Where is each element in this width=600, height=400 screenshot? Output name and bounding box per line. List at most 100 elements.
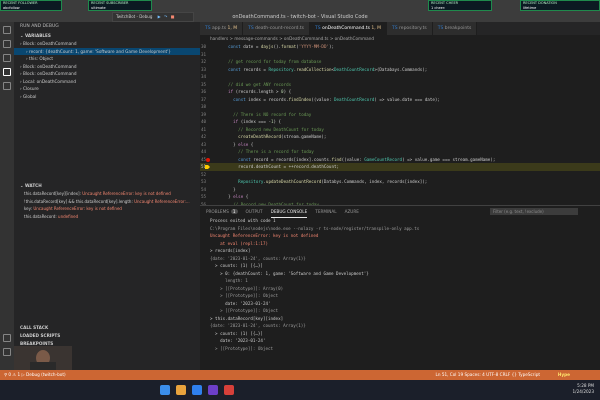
tab-label: app.ts (212, 26, 227, 31)
variable-row[interactable]: › record: {deathCount: 1, game: 'Softwar… (14, 47, 200, 55)
console-line: > [[Prototype]]: Object (210, 345, 274, 351)
console-line: > 0: {deathCount: 1, game: 'Software and… (210, 270, 369, 276)
code-text: // did we get ANY records (228, 81, 292, 87)
variable-row[interactable]: › Block: onDeathCommand (14, 70, 200, 78)
code-line[interactable]: 45 const record = records[index].counts.… (200, 156, 600, 164)
status-bar: ⚲ 0 ⚠ 1 ▷ Debug (twitch-bot) Ln 51, Col … (0, 370, 600, 380)
tab-0[interactable]: TS app.ts 1, M (200, 22, 244, 35)
console-line: Process exited with code 1 (210, 218, 276, 223)
line-number: 54 (200, 186, 206, 192)
code-line[interactable]: 54 } (200, 186, 600, 194)
source-control-icon[interactable] (3, 54, 11, 62)
line-number: 55 (200, 194, 206, 199)
code-line[interactable]: 42 createDeathRecord(stream.gameName); (200, 133, 600, 141)
code-text: if (records.length > 0) { (228, 89, 292, 94)
status-left[interactable]: ⚲ 0 ⚠ 1 ▷ Debug (twitch-bot) (0, 372, 66, 377)
code-line[interactable]: 30 const date = dayjs().format('YYYY-MM-… (200, 43, 600, 51)
step-over-icon[interactable]: ↷ (164, 14, 167, 19)
code-line[interactable]: 40 if (index === -1) { (200, 118, 600, 126)
code-line[interactable]: 33 const records = Repository.readCollec… (200, 66, 600, 74)
code-line[interactable]: 38 (200, 103, 600, 111)
line-number: 37 (200, 96, 206, 102)
stop-icon[interactable]: ■ (171, 14, 175, 19)
variables-tree: › Block: onDeathCommand › record: {deathC… (14, 40, 200, 100)
code-line[interactable]: 53 Repository.updateDeathCountRecord(Dat… (200, 178, 600, 186)
code-line[interactable]: 43 } else { (200, 141, 600, 149)
tab-1[interactable]: TS death-count-record.ts (243, 22, 311, 35)
vscode-icon[interactable] (192, 385, 202, 395)
variable-row[interactable]: › this: Object (14, 55, 200, 63)
console-filter-input[interactable]: Filter (e.g. text, !exclude) (490, 208, 578, 215)
code-line[interactable]: 44 // There is a record for today (200, 148, 600, 156)
system-clock[interactable]: 5:28 PM 1/24/2023 (573, 383, 594, 395)
tab-4[interactable]: TS breakpoints (432, 22, 478, 35)
code-line[interactable]: 52 (200, 171, 600, 179)
extensions-icon[interactable] (3, 82, 11, 90)
breadcrumb[interactable]: handlers > message-commands > onDeathCom… (200, 35, 600, 43)
panel-tab-output[interactable]: OUTPUT (246, 206, 263, 217)
variable-label: Local: onDeathCommand (23, 78, 77, 84)
watch-row[interactable]: this.dataRecord[key][index]: Uncaught Re… (14, 190, 200, 198)
search-icon[interactable] (3, 40, 11, 48)
window-title: onDeathCommand.ts - twitch-bot - Visual … (232, 14, 368, 20)
explorer-icon[interactable] (3, 26, 11, 34)
file-explorer-icon[interactable] (176, 385, 186, 395)
code-line[interactable]: 51 record.deathCount = ++record.deathCou… (200, 163, 600, 171)
code-line[interactable]: 35 // did we get ANY records (200, 81, 600, 89)
code-line[interactable]: 34 (200, 73, 600, 81)
watch-section-header[interactable]: ⌄ WATCH (14, 182, 200, 190)
start-icon[interactable] (160, 385, 170, 395)
code-line[interactable]: 31 (200, 51, 600, 59)
code-line[interactable]: 36 if (records.length > 0) { (200, 88, 600, 96)
code-text: } else { (218, 194, 249, 199)
variable-row[interactable]: › Closure (14, 85, 200, 93)
continue-icon[interactable]: ▶ (158, 14, 161, 19)
account-icon[interactable] (3, 334, 11, 342)
console-line: > records[index] (210, 248, 251, 253)
variable-label: Global (23, 93, 37, 99)
code-editor[interactable]: 30 const date = dayjs().format('YYYY-MM-… (200, 43, 600, 205)
variable-label: this: Object (29, 56, 54, 61)
code-line[interactable]: 41 // Record new DeathCount for today (200, 126, 600, 134)
line-number: 52 (200, 171, 206, 177)
debug-toolbar[interactable]: TwitchBot - Debug ▶ ↷ ■ (112, 12, 194, 22)
panel-tab-azure[interactable]: AZURE (345, 206, 359, 217)
watch-row[interactable]: !this.dataRecord[key] && this.dataRecord… (14, 198, 200, 206)
tab-label: repository.ts (399, 26, 427, 31)
tab-2[interactable]: TS onDeathCommand.ts 1, M (310, 22, 387, 35)
variable-row[interactable]: › Block: onDeathCommand (14, 63, 200, 71)
browser-icon[interactable] (224, 385, 234, 395)
panel-tab-debug-console[interactable]: DEBUG CONSOLE (270, 206, 308, 218)
stream-overlay-follower: RECENT FOLLOWER abcfollow (0, 0, 62, 11)
tab-label: death-count-record.ts (255, 26, 305, 31)
obs-icon[interactable] (208, 385, 218, 395)
line-number: 53 (200, 179, 206, 184)
breakpoint-icon[interactable] (206, 157, 210, 162)
console-line: > [[Prototype]]: Object (210, 308, 279, 313)
gear-icon[interactable] (3, 348, 11, 356)
watch-row[interactable]: this.dataRecord: undefined (14, 213, 200, 221)
run-debug-icon[interactable] (3, 68, 11, 76)
panel-tab-terminal[interactable]: TERMINAL (315, 206, 336, 217)
variable-row[interactable]: › Global (14, 93, 200, 101)
variable-label: Block: onDeathCommand (23, 63, 77, 69)
panel-tab-problems[interactable]: PROBLEMS (206, 206, 229, 217)
watch-list: this.dataRecord[key][index]: Uncaught Re… (14, 190, 200, 220)
debug-config-label[interactable]: TwitchBot - Debug (116, 14, 152, 19)
watch-row[interactable]: key: Uncaught ReferenceError: key is not… (14, 205, 200, 213)
code-line[interactable]: 55 } else { (200, 193, 600, 201)
stream-overlay-donation: RECENT DONATION lifetime (520, 0, 600, 11)
variable-row[interactable]: › Local: onDeathCommand (14, 78, 200, 86)
variable-row[interactable]: › Block: onDeathCommand (14, 40, 200, 48)
debug-console-output: Process exited with code 1 C:\Program Fil… (200, 217, 600, 352)
code-line[interactable]: 37 const index = records.findIndex((valu… (200, 96, 600, 104)
code-line[interactable]: 32 // get record for today from database (200, 58, 600, 66)
code-line[interactable]: 39 // There is NO record for today (200, 111, 600, 119)
status-right[interactable]: Ln 51, Col 19 Spaces: 4 UTF-8 CRLF {} Ty… (436, 370, 541, 380)
call-stack-header[interactable]: CALL STACK (14, 324, 200, 332)
variables-section-header[interactable]: ⌄ VARIABLES (14, 32, 200, 40)
variable-label: Block: onDeathCommand (23, 71, 77, 76)
tab-3[interactable]: TS repository.ts (387, 22, 433, 35)
tab-modified-badge: 1, M (227, 26, 238, 31)
loaded-scripts-header[interactable]: LOADED SCRIPTS (14, 332, 200, 340)
